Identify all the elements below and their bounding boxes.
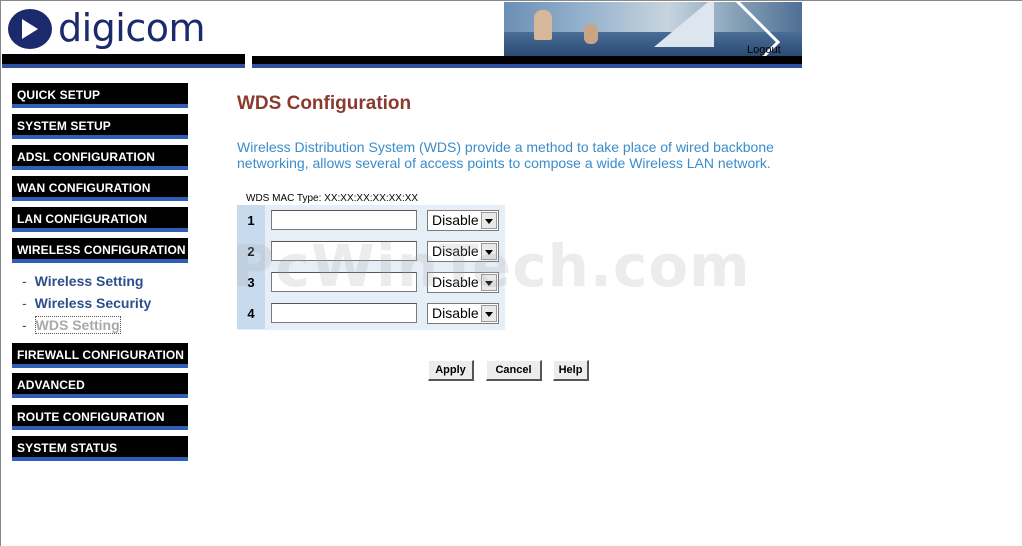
table-row: 2 Disable	[237, 236, 505, 267]
subnav-dash: -	[22, 295, 27, 311]
wds-mode-select[interactable]: Disable	[427, 210, 499, 231]
table-row: 4 Disable	[237, 298, 505, 329]
chevron-down-icon[interactable]	[481, 305, 497, 322]
photo-sailor	[534, 10, 552, 40]
subnav-wireless-security[interactable]: - Wireless Security	[22, 295, 151, 311]
header-banner: Logout	[252, 2, 802, 68]
nav-adsl-configuration[interactable]: ADSL CONFIGURATION	[12, 145, 188, 170]
nav-lan-configuration[interactable]: LAN CONFIGURATION	[12, 207, 188, 232]
mac-address-input[interactable]	[271, 241, 417, 261]
nav-system-setup[interactable]: SYSTEM SETUP	[12, 114, 188, 139]
logo-accent-bar	[2, 64, 245, 68]
nav-label: SYSTEM SETUP	[17, 119, 111, 133]
nav-label: FIREWALL CONFIGURATION	[17, 348, 185, 362]
subnav-label: WDS Setting	[34, 316, 121, 334]
subnav-wds-setting[interactable]: - WDS Setting	[22, 316, 121, 334]
select-value: Disable	[432, 243, 479, 259]
wds-mode-select[interactable]: Disable	[427, 241, 499, 262]
nav-advanced-configuration[interactable]: ADVANCED CONFIGURATION	[12, 373, 188, 417]
help-button[interactable]: Help	[553, 360, 589, 381]
nav-label: QUICK SETUP	[17, 88, 101, 102]
nav-label: ROUTE CONFIGURATION	[17, 410, 165, 424]
row-number: 3	[237, 267, 265, 298]
cancel-button[interactable]: Cancel	[486, 360, 542, 381]
select-value: Disable	[432, 274, 479, 290]
nav-wireless-configuration[interactable]: WIRELESS CONFIGURATION	[12, 238, 188, 263]
row-number: 1	[237, 205, 265, 236]
brand-logo-text: digicom	[58, 6, 206, 50]
chevron-down-icon[interactable]	[481, 243, 497, 260]
nav-system-status[interactable]: SYSTEM STATUS	[12, 436, 188, 461]
logo-bar	[2, 54, 245, 64]
subnav-dash: -	[22, 273, 27, 289]
nav-firewall-configuration[interactable]: FIREWALL CONFIGURATION	[12, 343, 188, 368]
table-row: 3 Disable	[237, 267, 505, 298]
nav-quick-setup[interactable]: QUICK SETUP	[12, 83, 188, 108]
page-frame	[0, 0, 1022, 546]
nav-label: WIRELESS CONFIGURATION	[17, 243, 186, 257]
nav-label: ADSL CONFIGURATION	[17, 150, 156, 164]
row-number: 4	[237, 298, 265, 329]
mac-type-label: WDS MAC Type: XX:XX:XX:XX:XX:XX	[246, 193, 419, 204]
apply-button[interactable]: Apply	[428, 360, 474, 381]
logo-area: digicom	[2, 2, 245, 68]
wds-mode-select[interactable]: Disable	[427, 303, 499, 324]
page-description: Wireless Distribution System (WDS) provi…	[237, 139, 774, 171]
chevron-down-icon[interactable]	[481, 274, 497, 291]
nav-route-configuration[interactable]: ROUTE CONFIGURATION	[12, 405, 188, 430]
photo-sailor-2	[584, 24, 598, 44]
nav-label: WAN CONFIGURATION	[17, 181, 151, 195]
subnav-label: Wireless Setting	[34, 273, 144, 289]
page-title: WDS Configuration	[237, 93, 412, 114]
select-value: Disable	[432, 212, 479, 228]
wds-mode-select[interactable]: Disable	[427, 272, 499, 293]
row-number: 2	[237, 236, 265, 267]
wds-table: 1 Disable 2 Disable 3 Disable 4 Disable	[237, 205, 505, 330]
header-accent-bar	[252, 64, 802, 68]
chevron-down-icon[interactable]	[481, 212, 497, 229]
mac-address-input[interactable]	[271, 303, 417, 323]
subnav-dash: -	[22, 317, 27, 333]
logo-arrow-icon	[22, 19, 38, 39]
header-bar	[252, 56, 802, 64]
subnav-wireless-setting[interactable]: - Wireless Setting	[22, 273, 143, 289]
nav-label: LAN CONFIGURATION	[17, 212, 148, 226]
nav-wan-configuration[interactable]: WAN CONFIGURATION	[12, 176, 188, 201]
select-value: Disable	[432, 305, 479, 321]
logout-link[interactable]: Logout	[747, 44, 781, 56]
subnav-label: Wireless Security	[34, 295, 152, 311]
nav-label: SYSTEM STATUS	[17, 441, 118, 455]
mac-address-input[interactable]	[271, 210, 417, 230]
mac-address-input[interactable]	[271, 272, 417, 292]
table-row: 1 Disable	[237, 205, 505, 236]
